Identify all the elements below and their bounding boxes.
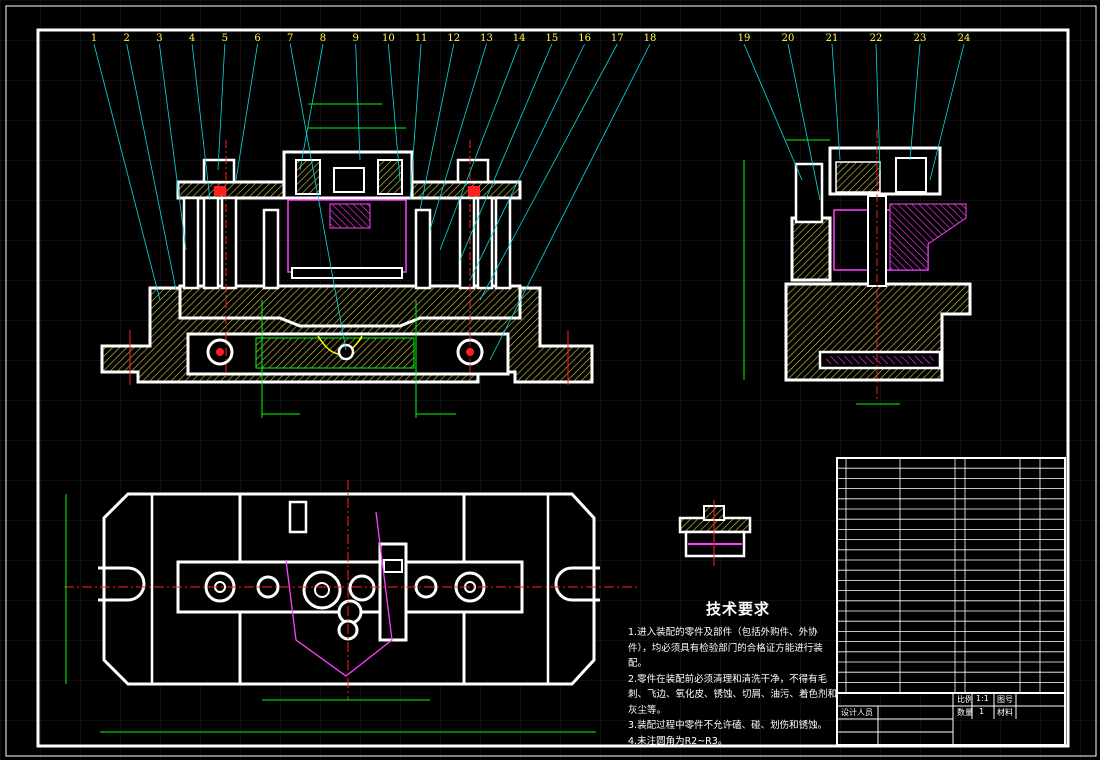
balloon-number: 3 [156,33,162,44]
balloon-number: 10 [382,33,395,44]
quantity-label: 数量 [957,708,973,717]
balloon-number: 23 [914,33,927,44]
balloon-number: 16 [578,33,591,44]
balloon-number: 14 [513,33,526,44]
balloon-number: 19 [738,33,751,44]
cad-drawing-canvas: 1 2 3 4 5 6 7 8 9 10 11 12 13 14 15 16 17 18 19 20 21 22 23 24 [0,0,1100,760]
title-block: 比例 1:1 图号 数量 1 材料 设计人员 [837,693,1065,745]
balloon-number: 11 [415,33,428,44]
balloon-number: 18 [644,33,657,44]
balloon-number: 17 [611,33,624,44]
balloon-number: 9 [352,33,358,44]
notes-title: 技术要求 [706,600,771,618]
quantity-value: 1 [979,707,985,716]
balloon-number: 24 [958,33,971,44]
parts-list-table [836,457,1066,694]
balloon-number: 4 [189,33,195,44]
balloon-number: 2 [124,33,130,44]
balloon-number: 1 [91,33,97,44]
note-item-1: 1.进入装配的零件及部件（包括外购件、外协件），均必须具有检验部门的合格证方能进… [628,627,823,669]
balloon-number: 8 [320,33,326,44]
balloon-number: 15 [546,33,559,44]
balloon-number: 13 [480,33,493,44]
balloon-number: 22 [870,33,883,44]
balloon-number: 7 [287,33,293,44]
note-item-4: 4.未注圆角为R2~R3。 [628,735,728,747]
balloon-number: 20 [782,33,795,44]
balloon-number: 12 [447,33,460,44]
scale-label: 比例 [957,695,973,704]
balloon-number: 5 [222,33,228,44]
designer-label: 设计人员 [841,708,873,717]
scale-value: 1:1 [976,694,989,703]
note-item-2: 2.零件在装配前必须清理和清洗干净，不得有毛刺、飞边、氧化皮、锈蚀、切屑、油污、… [628,673,838,716]
note-item-3: 3.装配过程中零件不允许磕、碰、划伤和锈蚀。 [628,720,828,731]
drawing-no-label: 图号 [997,695,1013,704]
balloon-number: 6 [254,33,260,44]
material-label: 材料 [997,708,1013,717]
technical-requirements: 技术要求 1.进入装配的零件及部件（包括外购件、外协件），均必须具有检验部门的合… [628,598,838,749]
balloon-number: 21 [826,33,839,44]
